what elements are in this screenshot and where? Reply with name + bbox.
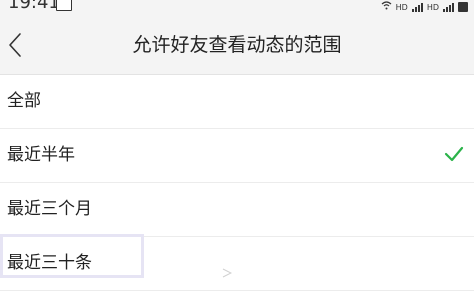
status-time: 19:41 xyxy=(8,0,60,13)
range-options-list: 全部 最近半年 最近三个月 最近三十条 xyxy=(0,75,474,291)
page-title: 允许好友查看动态的范围 xyxy=(132,34,342,56)
option-label: 最近三十条 xyxy=(7,253,92,273)
hd-label: HD xyxy=(395,3,408,12)
option-last-half-year[interactable]: 最近半年 xyxy=(0,129,474,183)
title-bar: 允许好友查看动态的范围 xyxy=(0,16,474,75)
battery-icon xyxy=(458,2,468,12)
option-last-thirty-posts[interactable]: 最近三十条 xyxy=(0,237,474,291)
option-label: 最近半年 xyxy=(7,145,75,165)
signal-icon xyxy=(411,2,423,12)
image-icon xyxy=(56,0,72,11)
option-label: 全部 xyxy=(7,91,41,111)
status-icons: HD HD xyxy=(381,0,468,12)
checkmark-icon xyxy=(444,146,464,162)
pointer-icon xyxy=(222,268,232,278)
option-all[interactable]: 全部 xyxy=(0,75,474,129)
option-label: 最近三个月 xyxy=(7,199,92,219)
wifi-icon xyxy=(381,1,392,12)
option-last-three-months[interactable]: 最近三个月 xyxy=(0,183,474,237)
signal-icon-2 xyxy=(443,2,454,12)
status-bar: 19:41 HD HD xyxy=(0,0,474,16)
hd-label-2: HD xyxy=(426,3,439,12)
